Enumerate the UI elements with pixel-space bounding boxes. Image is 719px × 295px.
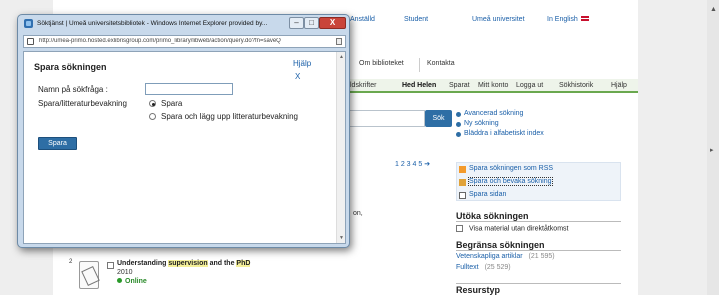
name-label: Namn på sökfråga : — [38, 85, 108, 94]
result-snippet: on, — [353, 210, 363, 217]
popup-scrollbar[interactable]: ▲ ▼ — [336, 52, 345, 243]
save-search-popup-window: Söktjänst | Umeå universitetsbibliotek -… — [17, 14, 350, 248]
scroll-down-icon[interactable]: ▼ — [339, 235, 344, 241]
expand-option-label: Visa material utan direktåtkomst — [469, 225, 569, 233]
uk-flag-icon — [580, 16, 589, 21]
result-item: 2 Understanding supervision and the PhD … — [69, 255, 369, 295]
link-new-search[interactable]: Ny sökning — [456, 120, 544, 130]
link-advanced-search[interactable]: Avancerad sökning — [456, 110, 544, 120]
scroll-thumb-icon[interactable]: ▸ — [710, 146, 714, 154]
page-icon — [27, 38, 34, 45]
ie-icon — [24, 19, 33, 28]
radio-spara-bevakning-label[interactable]: Spara och lägg upp litteraturbevakning — [161, 112, 298, 121]
facet-count: (21 595) — [528, 253, 555, 260]
result-number: 2 — [69, 259, 73, 265]
dialog-close-link[interactable]: X — [295, 72, 300, 81]
resource-heading: Resurstyp — [456, 285, 501, 295]
divider — [456, 250, 621, 251]
divider — [456, 221, 621, 222]
action-save-watch[interactable]: Spara och bevaka sökning — [457, 177, 620, 189]
search-button[interactable]: Sök — [425, 110, 452, 127]
link-browse-index[interactable]: Bläddra i alfabetiskt index — [456, 130, 544, 140]
dialog-content: Spara sökningen Hjälp X Namn på sökfråga… — [23, 51, 346, 244]
radio-spara-bevakning[interactable] — [149, 113, 156, 120]
facet-label[interactable]: Fulltext — [456, 264, 479, 271]
facet-count: (25 529) — [484, 264, 511, 271]
help-link[interactable]: Hjälp — [293, 59, 311, 68]
nav-sparat[interactable]: Sparat — [449, 82, 470, 89]
nav-logga-ut[interactable]: Logga ut — [516, 82, 543, 89]
address-bar[interactable]: http://umea-primo.hosted.exlibrisgroup.c… — [23, 35, 346, 48]
checkbox-icon — [459, 192, 466, 199]
maximize-button[interactable]: □ — [304, 17, 319, 29]
expand-option[interactable]: Visa material utan direktåtkomst — [456, 225, 568, 232]
rss-icon — [459, 166, 466, 173]
title-highlight: supervision — [168, 260, 208, 267]
link-in-english[interactable]: In English — [547, 16, 589, 23]
save-button[interactable]: Spara — [38, 137, 77, 150]
link-student[interactable]: Student — [404, 16, 428, 23]
nav-sokhistorik[interactable]: Sökhistorik — [559, 82, 593, 89]
title-part: and the — [207, 260, 237, 267]
facet-item[interactable]: Fulltext (25 529) — [456, 264, 511, 271]
radio-spara[interactable] — [149, 100, 156, 107]
watch-label: Spara/litteraturbevakning — [38, 99, 127, 108]
expand-checkbox[interactable] — [456, 225, 463, 232]
search-actions-box: Spara sökningen som RSS Spara och bevaka… — [456, 162, 621, 201]
title-part: Understanding — [117, 260, 169, 267]
action-save-page-label: Spara sidan — [469, 191, 507, 198]
action-save-page[interactable]: Spara sidan — [457, 191, 620, 202]
nav-tidskrifter[interactable]: ldskrifter — [350, 82, 376, 89]
window-titlebar[interactable]: Söktjänst | Umeå universitetsbibliotek -… — [18, 15, 349, 33]
address-url[interactable]: http://umea-primo.hosted.exlibrisgroup.c… — [39, 38, 329, 44]
action-save-rss-label: Spara sökningen som RSS — [469, 165, 554, 172]
in-english-label: In English — [547, 16, 578, 23]
action-save-rss[interactable]: Spara sökningen som RSS — [457, 165, 620, 176]
search-input[interactable] — [349, 110, 425, 127]
result-title[interactable]: Understanding supervision and the PhD — [117, 260, 251, 267]
nav-divider — [419, 58, 420, 72]
action-save-watch-label: Spara och bevaka sökning — [468, 177, 553, 186]
book-icon — [79, 261, 99, 289]
dialog-title: Spara sökningen — [34, 62, 107, 72]
search-links: Avancerad sökning Ny sökning Bläddra i a… — [456, 110, 544, 140]
nav-om-biblioteket[interactable]: Om biblioteket — [359, 60, 404, 67]
user-nav: ldskrifter Hed Helen Sparat Mitt konto L… — [349, 79, 638, 93]
page-scrollbar[interactable]: ▲ ▸ — [707, 0, 719, 295]
link-anstalld[interactable]: Anställd — [350, 16, 375, 23]
minimize-button[interactable]: – — [289, 17, 304, 29]
scroll-up-icon[interactable]: ▲ — [710, 6, 717, 13]
query-name-input[interactable] — [145, 83, 233, 95]
result-year: 2010 — [117, 269, 133, 276]
expand-heading: Utöka sökningen — [456, 211, 529, 221]
facet-item[interactable]: Vetenskapliga artiklar (21 595) — [456, 253, 555, 260]
user-name: Hed Helen — [402, 82, 437, 89]
result-checkbox[interactable] — [107, 262, 114, 269]
nav-kontakta[interactable]: Kontakta — [427, 60, 455, 67]
nav-mitt-konto[interactable]: Mitt konto — [478, 82, 508, 89]
lock-icon — [336, 38, 342, 45]
title-highlight: PhD — [236, 260, 251, 267]
result-status[interactable]: Online — [117, 278, 147, 285]
narrow-heading: Begränsa sökningen — [456, 240, 545, 250]
nav-hjalp[interactable]: Hjälp — [611, 82, 627, 89]
facet-label[interactable]: Vetenskapliga artiklar — [456, 253, 523, 260]
save-search-icon — [459, 179, 466, 186]
window-title: Söktjänst | Umeå universitetsbibliotek -… — [37, 20, 268, 27]
divider — [456, 283, 621, 284]
radio-spara-label[interactable]: Spara — [161, 99, 182, 108]
pagination[interactable]: 1 2 3 4 5 ➔ — [395, 160, 430, 168]
link-umea-universitet[interactable]: Umeå universitet — [472, 16, 525, 23]
window-close-button[interactable]: X — [319, 17, 346, 29]
scroll-up-icon[interactable]: ▲ — [339, 54, 344, 60]
